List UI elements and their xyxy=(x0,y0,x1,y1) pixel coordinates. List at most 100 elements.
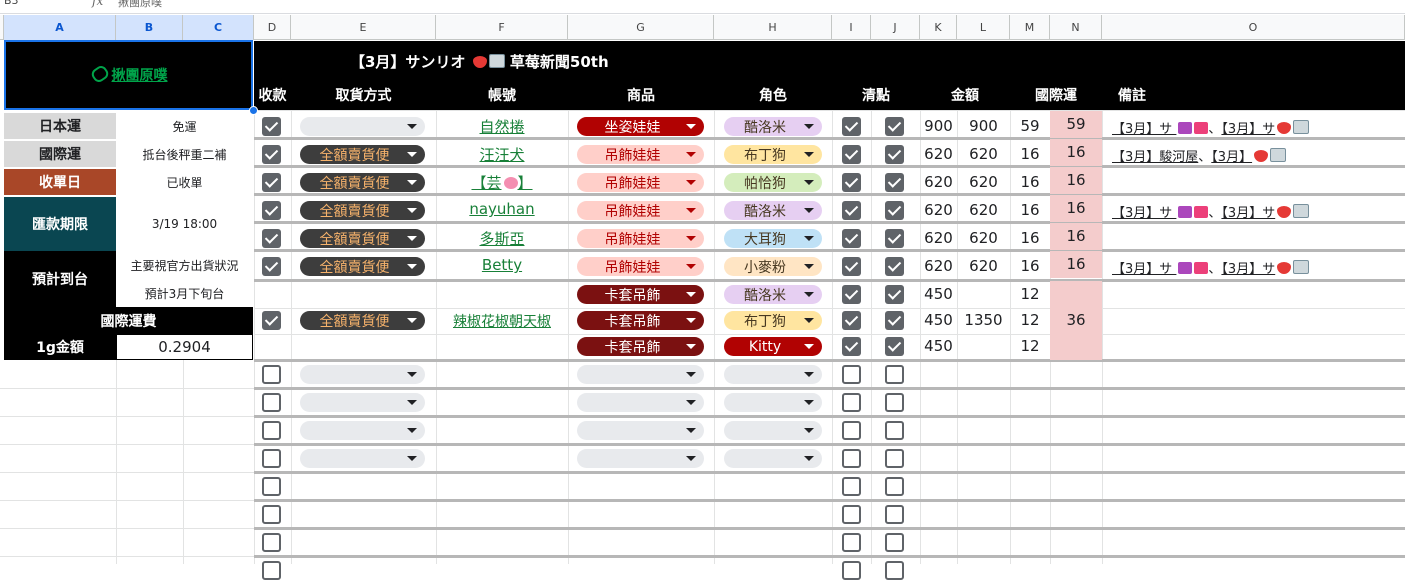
character-dropdown[interactable]: 布丁狗 xyxy=(724,145,822,164)
column-header-j[interactable]: J xyxy=(871,15,920,40)
check-2-checkbox[interactable] xyxy=(885,257,904,276)
product-dropdown[interactable]: 吊飾娃娃 xyxy=(577,201,704,220)
check-1-checkbox[interactable] xyxy=(842,365,861,384)
column-header-b[interactable]: B xyxy=(116,15,183,40)
character-dropdown[interactable]: 酷洛米 xyxy=(724,285,822,304)
character-dropdown[interactable]: 帕恰狗 xyxy=(724,173,822,192)
character-dropdown[interactable]: Kitty xyxy=(724,337,822,356)
character-dropdown[interactable] xyxy=(724,421,822,440)
check-1-checkbox[interactable] xyxy=(842,477,861,496)
character-dropdown[interactable] xyxy=(724,365,822,384)
pickup-dropdown[interactable]: 全額賣貨便 xyxy=(300,311,425,330)
cell-reference[interactable]: B3 xyxy=(0,0,70,10)
check-2-checkbox[interactable] xyxy=(885,533,904,552)
product-dropdown[interactable]: 坐姿娃娃 xyxy=(577,117,704,136)
pickup-dropdown[interactable] xyxy=(300,365,425,384)
check-1-checkbox[interactable] xyxy=(842,117,861,136)
check-1-checkbox[interactable] xyxy=(842,533,861,552)
character-dropdown[interactable]: 酷洛米 xyxy=(724,117,822,136)
character-dropdown[interactable] xyxy=(724,393,822,412)
check-2-checkbox[interactable] xyxy=(885,505,904,524)
note-cell[interactable]: 【3月】サ 、【3月】サ xyxy=(1112,258,1310,277)
check-1-checkbox[interactable] xyxy=(842,311,861,330)
product-dropdown[interactable]: 吊飾娃娃 xyxy=(577,173,704,192)
column-header-n[interactable]: N xyxy=(1050,15,1102,40)
note-link[interactable]: 【3月】駿河屋 xyxy=(1112,150,1198,165)
check-1-checkbox[interactable] xyxy=(842,505,861,524)
pickup-dropdown[interactable]: 全額賣貨便 xyxy=(300,229,425,248)
paid-checkbox[interactable] xyxy=(262,533,281,552)
note-link[interactable]: 【3月】サ xyxy=(1221,120,1310,137)
check-1-checkbox[interactable] xyxy=(842,421,861,440)
character-dropdown[interactable] xyxy=(724,449,822,468)
note-cell[interactable]: 【3月】サ 、【3月】サ xyxy=(1112,118,1310,137)
account-link[interactable]: nayuhan xyxy=(436,200,568,218)
product-dropdown[interactable]: 吊飾娃娃 xyxy=(577,229,704,248)
check-2-checkbox[interactable] xyxy=(885,311,904,330)
product-dropdown[interactable] xyxy=(577,449,704,468)
group-link-cell[interactable]: 揪團原噗 xyxy=(4,40,253,110)
column-header-m[interactable]: M xyxy=(1010,15,1050,40)
check-1-checkbox[interactable] xyxy=(842,201,861,220)
character-dropdown[interactable]: 小麥粉 xyxy=(724,257,822,276)
note-link[interactable]: 【3月】サ xyxy=(1221,204,1310,221)
check-2-checkbox[interactable] xyxy=(885,173,904,192)
paid-checkbox[interactable] xyxy=(262,477,281,496)
check-2-checkbox[interactable] xyxy=(885,285,904,304)
check-2-checkbox[interactable] xyxy=(885,477,904,496)
account-link[interactable]: 汪汪犬 xyxy=(436,144,568,165)
check-1-checkbox[interactable] xyxy=(842,393,861,412)
check-2-checkbox[interactable] xyxy=(885,337,904,356)
paid-checkbox[interactable] xyxy=(262,201,281,220)
column-header-l[interactable]: L xyxy=(957,15,1010,40)
paid-checkbox[interactable] xyxy=(262,117,281,136)
check-2-checkbox[interactable] xyxy=(885,117,904,136)
column-header-f[interactable]: F xyxy=(436,15,568,40)
product-dropdown[interactable] xyxy=(577,365,704,384)
formula-input[interactable]: 揪團原噗 xyxy=(118,0,162,10)
corner-cell[interactable] xyxy=(0,15,4,40)
group-link[interactable]: 揪團原噗 xyxy=(88,63,168,85)
check-1-checkbox[interactable] xyxy=(842,145,861,164)
character-dropdown[interactable]: 布丁狗 xyxy=(724,311,822,330)
character-dropdown[interactable]: 大耳狗 xyxy=(724,229,822,248)
column-header-i[interactable]: I xyxy=(832,15,871,40)
product-dropdown[interactable]: 卡套吊飾 xyxy=(577,337,704,356)
column-header-h[interactable]: H xyxy=(714,15,832,40)
column-header-k[interactable]: K xyxy=(920,15,957,40)
account-link[interactable]: 多斯亞 xyxy=(436,228,568,249)
product-dropdown[interactable]: 卡套吊飾 xyxy=(577,285,704,304)
account-link[interactable]: Betty xyxy=(436,256,568,274)
check-2-checkbox[interactable] xyxy=(885,365,904,384)
check-2-checkbox[interactable] xyxy=(885,421,904,440)
column-header-a[interactable]: A xyxy=(4,15,116,40)
product-dropdown[interactable]: 吊飾娃娃 xyxy=(577,257,704,276)
check-2-checkbox[interactable] xyxy=(885,201,904,220)
product-dropdown[interactable] xyxy=(577,393,704,412)
note-cell[interactable]: 【3月】サ 、【3月】サ xyxy=(1112,202,1310,221)
account-link[interactable]: 辣椒花椒朝天椒 xyxy=(436,311,568,331)
product-dropdown[interactable]: 卡套吊飾 xyxy=(577,311,704,330)
note-cell[interactable]: 【3月】駿河屋、【3月】 xyxy=(1112,146,1287,165)
character-dropdown[interactable]: 酷洛米 xyxy=(724,201,822,220)
paid-checkbox[interactable] xyxy=(262,173,281,192)
column-header-g[interactable]: G xyxy=(568,15,714,40)
note-link[interactable]: 【3月】サ xyxy=(1112,262,1209,277)
paid-checkbox[interactable] xyxy=(262,393,281,412)
product-dropdown[interactable] xyxy=(577,421,704,440)
check-1-checkbox[interactable] xyxy=(842,173,861,192)
check-2-checkbox[interactable] xyxy=(885,393,904,412)
note-link[interactable]: 【3月】サ xyxy=(1221,260,1310,277)
check-2-checkbox[interactable] xyxy=(885,449,904,468)
paid-checkbox[interactable] xyxy=(262,449,281,468)
check-2-checkbox[interactable] xyxy=(885,229,904,248)
note-link[interactable]: 【3月】サ xyxy=(1112,122,1209,137)
check-1-checkbox[interactable] xyxy=(842,257,861,276)
pickup-dropdown[interactable]: 全額賣貨便 xyxy=(300,257,425,276)
check-1-checkbox[interactable] xyxy=(842,285,861,304)
account-link[interactable]: 【芸】 xyxy=(436,172,568,193)
paid-checkbox[interactable] xyxy=(262,421,281,440)
pickup-dropdown[interactable] xyxy=(300,421,425,440)
pickup-dropdown[interactable]: 全額賣貨便 xyxy=(300,145,425,164)
account-link[interactable]: 自然捲 xyxy=(436,116,568,137)
